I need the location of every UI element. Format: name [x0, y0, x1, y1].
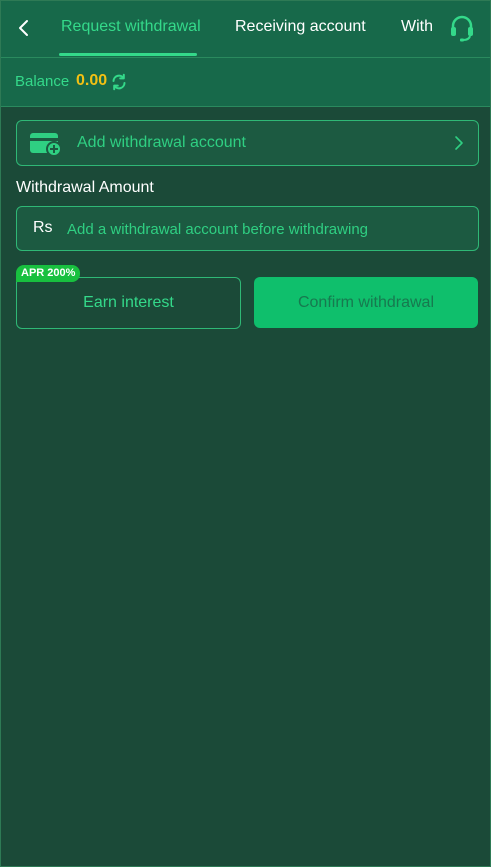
chevron-left-icon	[19, 20, 28, 36]
withdrawal-amount-field: Rs	[16, 206, 479, 251]
active-tab-indicator	[59, 53, 197, 56]
currency-symbol: Rs	[33, 219, 53, 236]
apr-badge: APR 200%	[16, 265, 81, 282]
back-button[interactable]	[13, 15, 37, 41]
refresh-button[interactable]	[110, 73, 128, 91]
headset-icon	[451, 15, 473, 42]
withdrawal-amount-title: Withdrawal Amount	[16, 179, 154, 196]
chevron-right-icon	[455, 136, 463, 150]
support-button[interactable]	[447, 13, 477, 43]
tab-receiving-account[interactable]: Receiving account	[235, 18, 366, 36]
withdrawal-screen: Request withdrawal Receiving account Wit…	[0, 0, 491, 867]
earn-interest-button[interactable]: Earn interest	[16, 277, 241, 329]
refresh-icon	[112, 73, 126, 91]
balance-value: 0.00	[76, 72, 108, 89]
wallet-add-icon	[30, 133, 62, 157]
tab-with[interactable]: With	[401, 18, 433, 36]
balance-bar: Balance 0.00	[1, 58, 490, 107]
withdrawal-amount-input[interactable]	[65, 215, 469, 243]
tab-request-withdrawal[interactable]: Request withdrawal	[61, 18, 201, 36]
balance-label: Balance	[15, 73, 70, 90]
confirm-withdrawal-button[interactable]: Confirm withdrawal	[254, 277, 478, 328]
add-account-label: Add withdrawal account	[77, 134, 246, 151]
add-withdrawal-account-row[interactable]: Add withdrawal account	[16, 120, 479, 166]
top-tab-bar: Request withdrawal Receiving account Wit…	[1, 1, 490, 58]
